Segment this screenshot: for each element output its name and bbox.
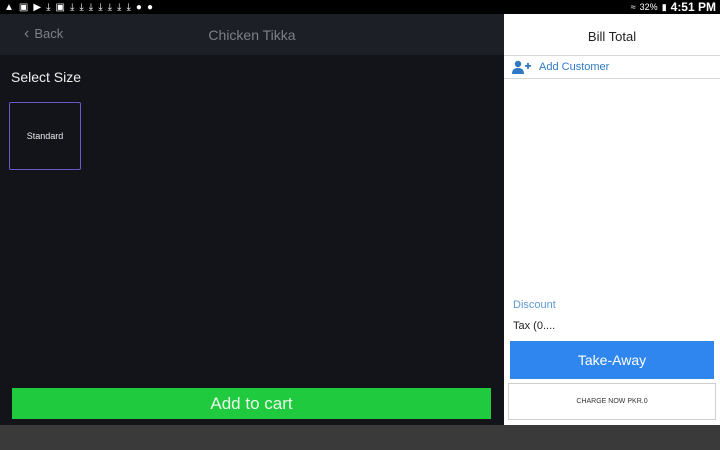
keyhole-icon: ●	[135, 1, 142, 13]
download-icon: ⤓	[126, 1, 131, 13]
add-customer-label: Add Customer	[539, 61, 610, 73]
download-icon: ⤓	[88, 1, 94, 13]
wifi-icon: ≈	[630, 2, 636, 12]
navigation-bar	[0, 425, 720, 450]
gallery-icon: ▣	[55, 1, 65, 13]
keyhole-icon: ●	[146, 1, 153, 13]
charge-now-button[interactable]: CHARGE NOW PKR.0	[508, 383, 716, 420]
select-size-heading: Select Size	[11, 69, 82, 85]
notification-icons: ▲ ▣ ▶ ⤓ ▣ ⤓ ⤓ ⤓ ⤓ ⤓ ⤓ ⤓ ● ●	[0, 2, 153, 13]
youtube-icon: ▶	[33, 1, 42, 13]
download-icon: ⤓	[69, 1, 75, 13]
download-icon: ⤓	[46, 1, 51, 13]
size-option-standard[interactable]: Standard	[9, 102, 81, 170]
takeaway-button[interactable]: Take-Away	[510, 341, 714, 379]
clock: 4:51 PM	[670, 0, 716, 14]
status-bar: ▲ ▣ ▶ ⤓ ▣ ⤓ ⤓ ⤓ ⤓ ⤓ ⤓ ⤓ ● ● ≈ 32% ▮ 4:51…	[0, 0, 720, 14]
battery-percent: 32%	[639, 2, 658, 12]
bill-total-title: Bill Total	[587, 29, 637, 44]
download-icon: ⤓	[79, 1, 84, 13]
download-icon: ⤓	[107, 1, 113, 13]
battery-icon: ▮	[661, 1, 667, 12]
image-icon: ▣	[18, 1, 29, 13]
download-icon: ⤓	[98, 1, 103, 13]
add-to-cart-button[interactable]: Add to cart	[12, 388, 491, 419]
page-title: Chicken Tikka	[208, 27, 296, 43]
bill-panel: Bill Total Add Customer Discount Tax (0.…	[504, 14, 720, 425]
tax-label: Tax (0....	[513, 320, 556, 332]
system-status: ≈ 32% ▮ 4:51 PM	[631, 0, 720, 14]
warning-icon: ▲	[4, 1, 14, 13]
discount-link[interactable]: Discount	[513, 299, 556, 311]
add-customer-button[interactable]: Add Customer	[504, 55, 720, 79]
product-panel: ‹ Back Chicken Tikka Select Size Standar…	[0, 14, 504, 425]
header-bar: ‹ Back Chicken Tikka	[0, 14, 504, 55]
download-icon: ⤓	[117, 1, 122, 13]
add-person-icon	[512, 60, 531, 74]
